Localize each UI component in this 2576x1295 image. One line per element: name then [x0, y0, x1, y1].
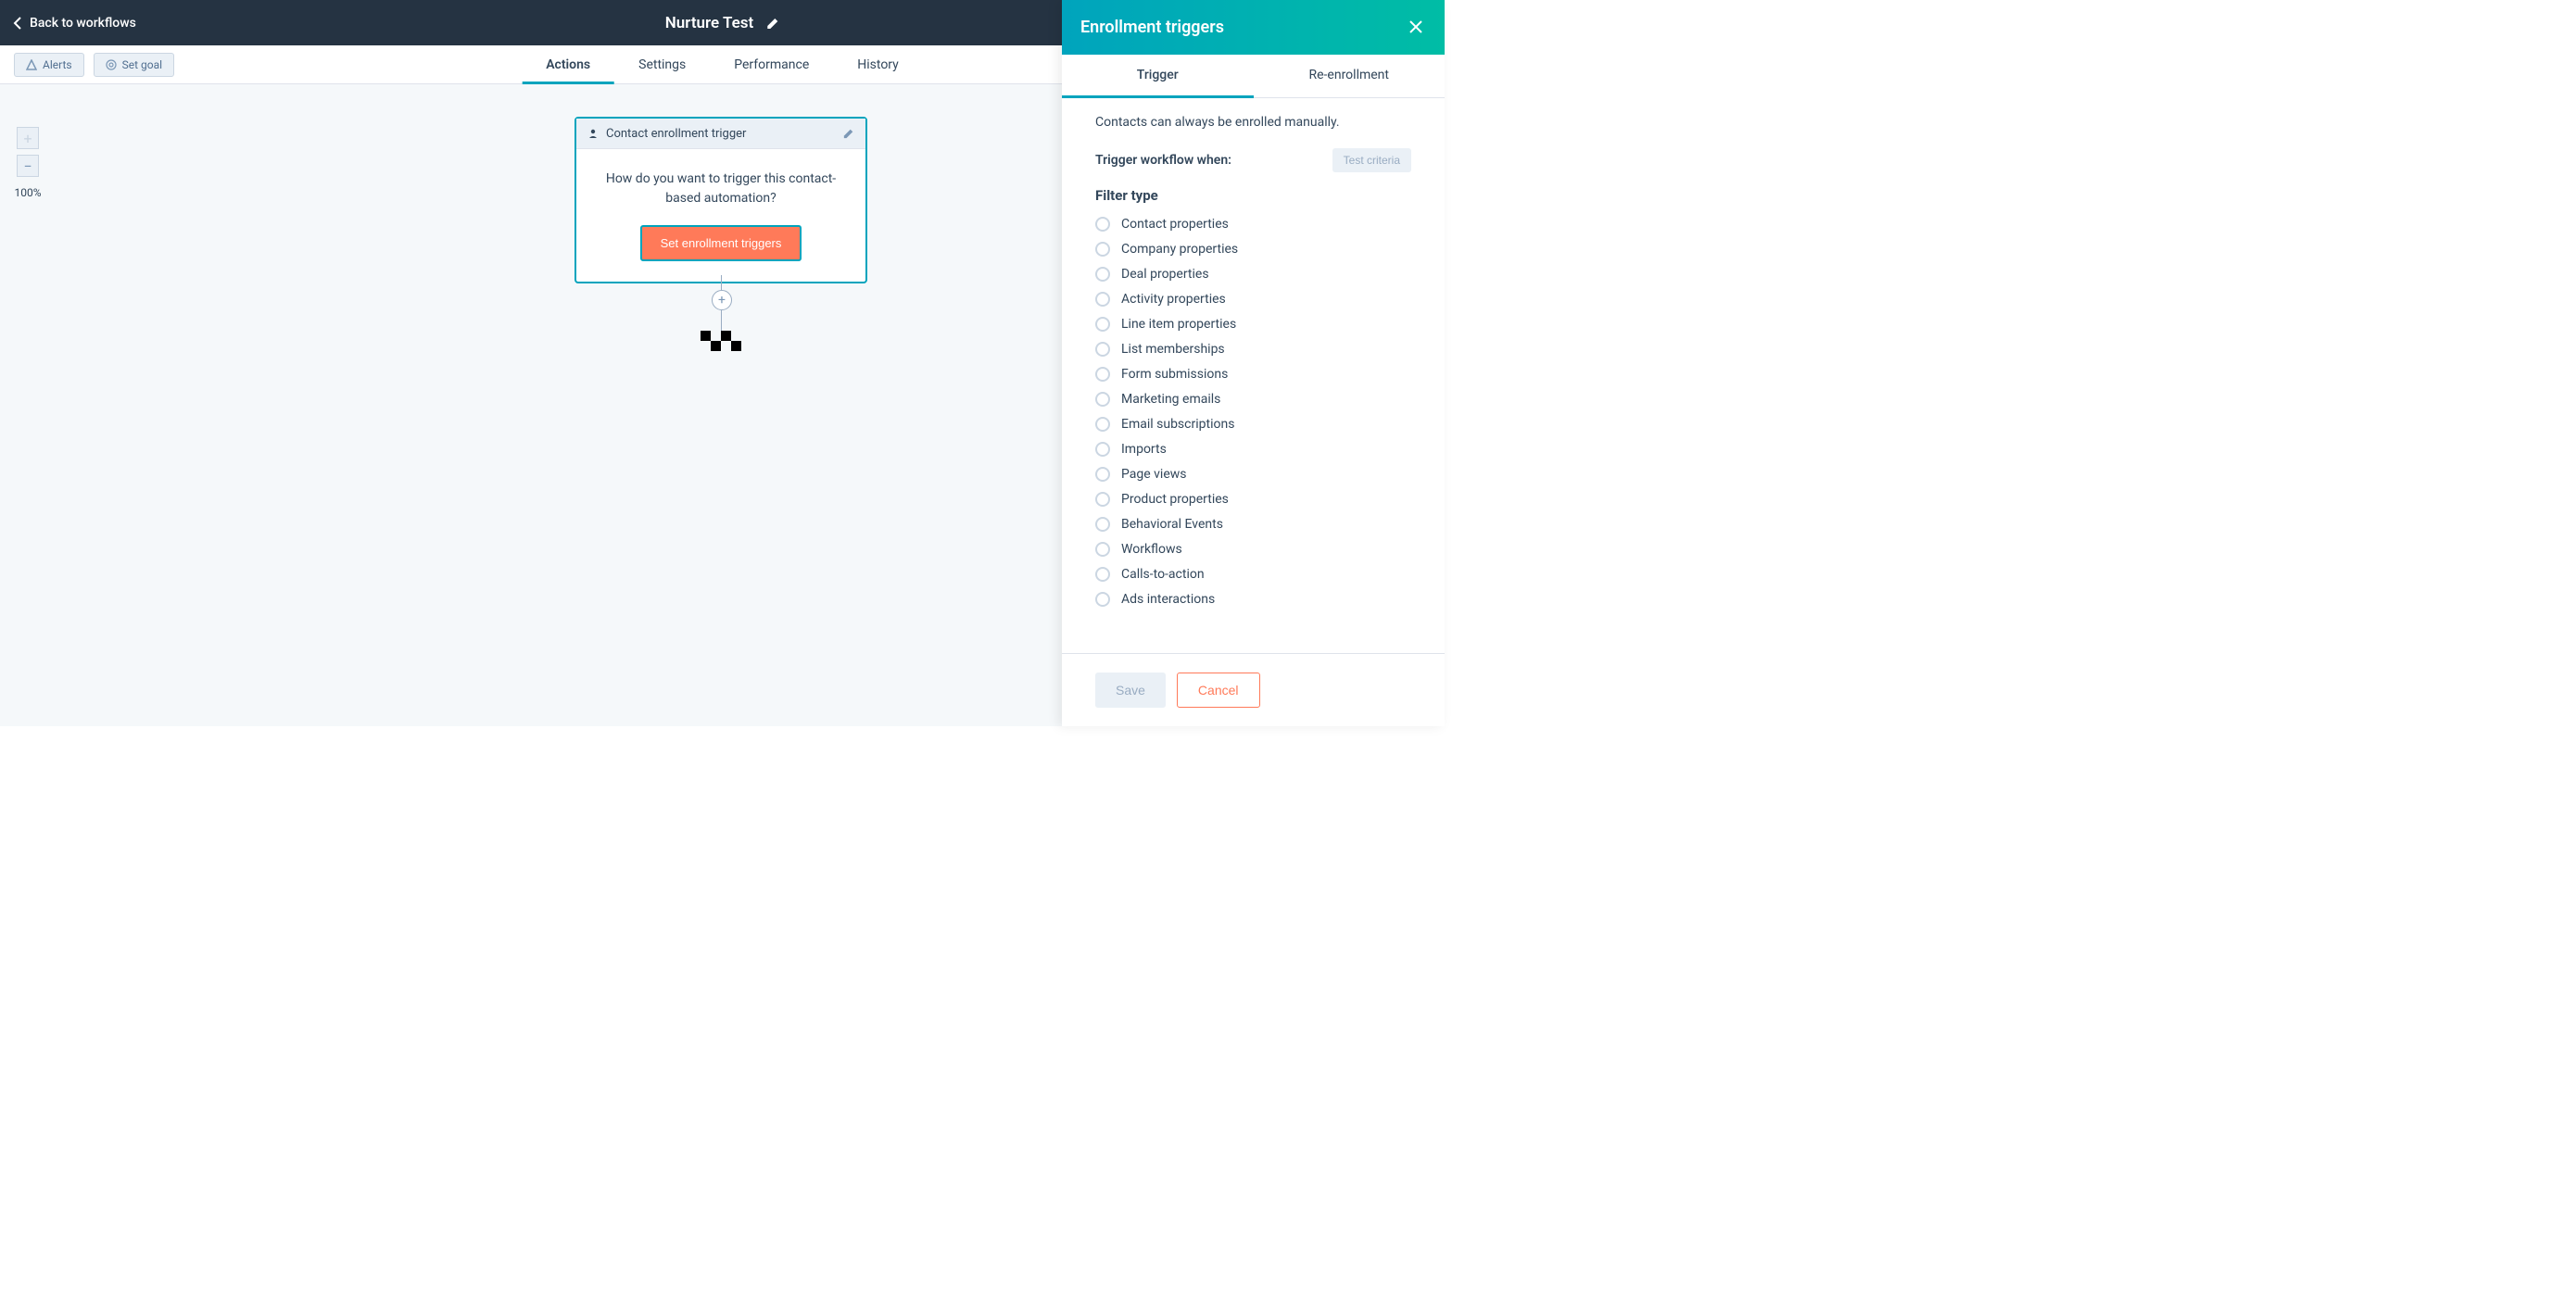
- trigger-when-label: Trigger workflow when:: [1095, 153, 1231, 168]
- test-criteria-button[interactable]: Test criteria: [1332, 148, 1411, 172]
- radio-icon: [1095, 567, 1110, 582]
- tab-settings[interactable]: Settings: [614, 45, 710, 84]
- add-action-button[interactable]: +: [712, 290, 732, 310]
- close-icon: [1408, 19, 1424, 35]
- radio-icon: [1095, 492, 1110, 507]
- filter-option-label: Activity properties: [1121, 292, 1226, 307]
- alerts-label: Alerts: [43, 58, 72, 71]
- zoom-in-button[interactable]: +: [17, 127, 39, 149]
- panel-info-text: Contacts can always be enrolled manually…: [1095, 115, 1411, 130]
- edit-trigger-icon[interactable]: [843, 126, 854, 141]
- close-panel-button[interactable]: [1408, 19, 1426, 37]
- filter-option-label: Contact properties: [1121, 217, 1229, 232]
- filter-option-label: Line item properties: [1121, 317, 1236, 332]
- filter-option[interactable]: Page views: [1095, 467, 1411, 482]
- filter-option[interactable]: Workflows: [1095, 542, 1411, 557]
- radio-icon: [1095, 467, 1110, 482]
- filter-type-list: Contact properties Company properties Deal…: [1095, 217, 1411, 607]
- target-icon: [106, 59, 117, 70]
- page-title: Nurture Test: [665, 14, 753, 32]
- panel-title: Enrollment triggers: [1080, 18, 1224, 37]
- filter-option[interactable]: Deal properties: [1095, 267, 1411, 282]
- set-goal-label: Set goal: [122, 58, 162, 71]
- connector-line: [721, 275, 722, 290]
- radio-icon: [1095, 392, 1110, 407]
- filter-option[interactable]: Form submissions: [1095, 367, 1411, 382]
- cancel-button[interactable]: Cancel: [1177, 673, 1260, 708]
- filter-option[interactable]: List memberships: [1095, 342, 1411, 357]
- radio-icon: [1095, 442, 1110, 457]
- radio-icon: [1095, 242, 1110, 257]
- zoom-controls: + − 100%: [17, 127, 39, 199]
- back-label: Back to workflows: [30, 16, 136, 31]
- filter-option[interactable]: Company properties: [1095, 242, 1411, 257]
- radio-icon: [1095, 417, 1110, 432]
- filter-option-label: Deal properties: [1121, 267, 1209, 282]
- filter-option[interactable]: Email subscriptions: [1095, 417, 1411, 432]
- tab-history[interactable]: History: [833, 45, 923, 84]
- tab-performance[interactable]: Performance: [710, 45, 833, 84]
- filter-option-label: Workflows: [1121, 542, 1182, 557]
- enrollment-triggers-panel: Enrollment triggers Trigger Re-enrollmen…: [1062, 0, 1445, 726]
- filter-option-label: List memberships: [1121, 342, 1225, 357]
- filter-option[interactable]: Line item properties: [1095, 317, 1411, 332]
- filter-option[interactable]: Product properties: [1095, 492, 1411, 507]
- filter-option[interactable]: Imports: [1095, 442, 1411, 457]
- radio-icon: [1095, 542, 1110, 557]
- filter-option[interactable]: Ads interactions: [1095, 592, 1411, 607]
- save-button[interactable]: Save: [1095, 673, 1166, 708]
- radio-icon: [1095, 217, 1110, 232]
- filter-option-label: Calls-to-action: [1121, 567, 1205, 582]
- alerts-button[interactable]: Alerts: [14, 53, 84, 77]
- set-enrollment-triggers-button[interactable]: Set enrollment triggers: [640, 225, 802, 261]
- person-icon: [587, 128, 599, 139]
- set-goal-button[interactable]: Set goal: [94, 53, 174, 77]
- filter-type-heading: Filter type: [1095, 187, 1411, 204]
- panel-tab-trigger[interactable]: Trigger: [1062, 55, 1254, 98]
- chevron-left-icon: [13, 17, 22, 30]
- radio-icon: [1095, 517, 1110, 532]
- filter-option-label: Form submissions: [1121, 367, 1228, 382]
- filter-option[interactable]: Activity properties: [1095, 292, 1411, 307]
- radio-icon: [1095, 317, 1110, 332]
- filter-option-label: Email subscriptions: [1121, 417, 1234, 432]
- filter-option[interactable]: Calls-to-action: [1095, 567, 1411, 582]
- zoom-level: 100%: [14, 186, 41, 199]
- panel-tab-reenrollment[interactable]: Re-enrollment: [1254, 55, 1446, 98]
- filter-option-label: Imports: [1121, 442, 1167, 457]
- back-button[interactable]: Back to workflows: [0, 16, 136, 31]
- radio-icon: [1095, 592, 1110, 607]
- zoom-out-button[interactable]: −: [17, 155, 39, 177]
- filter-option[interactable]: Behavioral Events: [1095, 517, 1411, 532]
- radio-icon: [1095, 267, 1110, 282]
- filter-option-label: Marketing emails: [1121, 392, 1220, 407]
- filter-option-label: Page views: [1121, 467, 1187, 482]
- filter-option[interactable]: Contact properties: [1095, 217, 1411, 232]
- filter-option-label: Behavioral Events: [1121, 517, 1223, 532]
- enrollment-trigger-card: Contact enrollment trigger How do you wa…: [575, 117, 867, 283]
- filter-option-label: Ads interactions: [1121, 592, 1215, 607]
- radio-icon: [1095, 292, 1110, 307]
- workflow-end-icon: [701, 331, 741, 351]
- tab-actions[interactable]: Actions: [522, 45, 614, 84]
- warning-icon: [26, 59, 37, 70]
- radio-icon: [1095, 342, 1110, 357]
- filter-option-label: Company properties: [1121, 242, 1238, 257]
- filter-option-label: Product properties: [1121, 492, 1229, 507]
- filter-option[interactable]: Marketing emails: [1095, 392, 1411, 407]
- radio-icon: [1095, 367, 1110, 382]
- connector-line: [721, 310, 722, 331]
- trigger-card-question: How do you want to trigger this contact-…: [593, 170, 849, 208]
- edit-title-icon[interactable]: [766, 16, 779, 31]
- trigger-card-title: Contact enrollment trigger: [606, 127, 843, 141]
